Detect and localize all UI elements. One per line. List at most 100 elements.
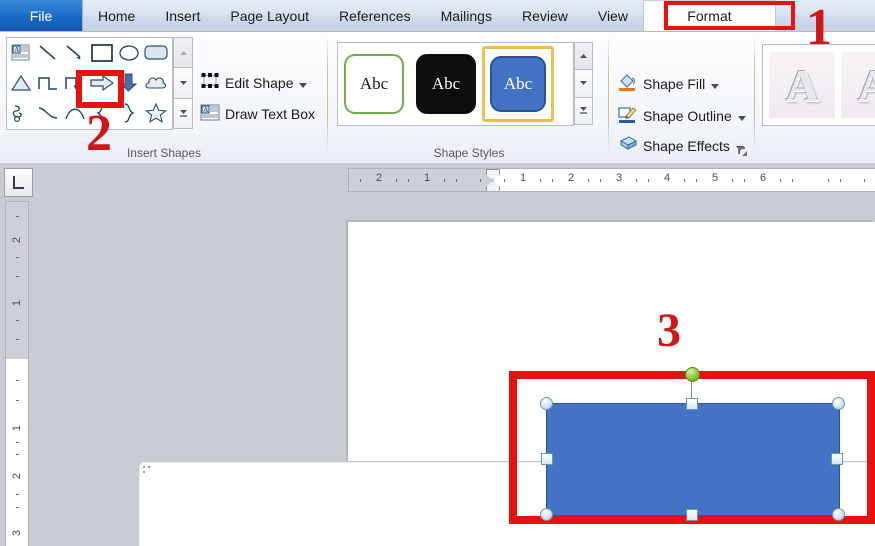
tab-format-label: Format — [687, 8, 732, 24]
line-arrow-shape-icon[interactable] — [61, 38, 88, 67]
shapes-scroll-down-button[interactable] — [173, 67, 193, 99]
vertical-ruler[interactable]: 2 1 1 2 3 — [5, 201, 29, 546]
tab-insert-label: Insert — [165, 7, 201, 24]
shapes-gallery-scrollbar[interactable] — [173, 37, 193, 129]
styles-scroll-up-button[interactable] — [574, 42, 593, 71]
resize-handle-middle-right[interactable] — [831, 453, 843, 465]
draw-text-box-icon: A — [200, 104, 220, 124]
oval-shape-icon[interactable] — [115, 38, 142, 67]
group-separator-3 — [754, 36, 755, 152]
scribble-shape-icon[interactable] — [7, 98, 34, 127]
tab-view-label: View — [597, 7, 628, 24]
insert-shapes-group-label: Insert Shapes — [126, 146, 202, 160]
shape-fill-button[interactable]: Shape Fill — [618, 73, 720, 95]
shape-style-thumb-white-green: Abc — [344, 54, 404, 114]
edit-shape-label: Edit Shape — [225, 74, 294, 91]
annotation-marker-2: 2 — [86, 105, 112, 162]
document-workspace: 2 1 1 2 3 4 5 6 2 1 1 2 3 3 — [0, 163, 875, 546]
shape-style-thumb-text-1: Abc — [359, 74, 389, 93]
shape-style-thumb-black: Abc — [416, 54, 476, 114]
elbow-connector-shape-icon[interactable] — [34, 68, 61, 97]
horizontal-ruler[interactable]: 2 1 1 2 3 4 5 6 — [348, 168, 875, 192]
tab-review-label: Review — [521, 7, 568, 24]
format-shape-dialog-launcher[interactable] — [736, 145, 749, 158]
rectangle-shape-highlight — [76, 70, 124, 108]
wordart-thumb-text-2: A — [857, 59, 875, 111]
rectangle-shape-icon[interactable] — [88, 38, 115, 67]
draw-text-box-label: Draw Text Box — [225, 106, 315, 122]
tab-page-layout[interactable]: Page Layout — [215, 0, 324, 31]
tab-stop-left-icon — [13, 176, 24, 189]
chevron-down-icon[interactable] — [298, 75, 307, 91]
text-box-shape-icon[interactable]: A — [7, 38, 34, 67]
shape-style-thumb-blue: Abc — [490, 56, 546, 112]
shape-styles-group-label: Shape Styles — [433, 146, 505, 160]
tab-stop-selector[interactable] — [4, 168, 33, 197]
shapes-scroll-up-button[interactable] — [173, 37, 193, 69]
wordart-thumb-text-1: A — [785, 59, 819, 111]
draw-text-box-button[interactable]: A Draw Text Box — [200, 104, 315, 124]
tab-mailings[interactable]: Mailings — [426, 0, 507, 31]
shape-effects-button[interactable]: Shape Effects — [618, 136, 744, 155]
group-shape-styles: Abc Abc Abc Shape Styles — [329, 32, 609, 162]
shape-fill-label: Shape Fill — [643, 76, 706, 92]
group-shape-fill-outline: Shape Fill Shape Outline Shape Effects — [610, 32, 755, 162]
selected-rectangle[interactable] — [546, 403, 840, 516]
edit-shape-icon — [200, 72, 220, 93]
tab-insert[interactable]: Insert — [150, 0, 215, 31]
rotation-handle[interactable] — [685, 367, 700, 382]
svg-text:A: A — [14, 46, 19, 54]
triangle-shape-icon[interactable] — [7, 68, 34, 97]
edit-shape-button[interactable]: Edit Shape — [200, 72, 307, 93]
tab-page-layout-label: Page Layout — [230, 7, 309, 24]
tab-home[interactable]: Home — [83, 0, 150, 31]
shape-styles-gallery[interactable]: Abc Abc Abc — [337, 42, 574, 126]
chevron-down-icon[interactable] — [737, 108, 746, 124]
tab-format[interactable]: Format — [642, 0, 776, 31]
resize-handle-bottom-right[interactable] — [832, 508, 845, 521]
resize-handle-top-left[interactable] — [540, 397, 553, 410]
styles-more-button[interactable] — [574, 96, 593, 125]
shape-effects-label: Shape Effects — [643, 137, 730, 154]
group-separator-1 — [327, 36, 328, 152]
shapes-row-1: A — [7, 38, 172, 67]
svg-text:A: A — [203, 106, 208, 114]
shape-style-item-2[interactable]: Abc — [410, 54, 482, 114]
shape-style-item-1[interactable]: Abc — [338, 54, 410, 114]
wordart-style-item-2[interactable]: A — [841, 52, 875, 118]
star-shape-icon[interactable] — [142, 98, 169, 127]
resize-handle-bottom-center[interactable] — [686, 509, 698, 521]
curve-shape-icon[interactable] — [34, 98, 61, 127]
rounded-rectangle-shape-icon[interactable] — [142, 38, 169, 67]
shape-effects-icon — [618, 136, 638, 155]
resize-handle-bottom-left[interactable] — [540, 508, 553, 521]
shapes-more-button[interactable] — [173, 97, 193, 129]
resize-handle-top-center[interactable] — [686, 398, 698, 410]
shape-outline-button[interactable]: Shape Outline — [618, 105, 746, 127]
tab-file[interactable]: File — [0, 0, 83, 31]
styles-scroll-down-button[interactable] — [574, 69, 593, 98]
tab-references[interactable]: References — [324, 0, 426, 31]
cloud-shape-icon[interactable] — [142, 68, 169, 97]
vruler-ticks — [16, 216, 19, 508]
resize-handle-top-right[interactable] — [832, 397, 845, 410]
pencil-outline-icon — [618, 105, 637, 127]
wordart-style-item-1[interactable]: A — [769, 52, 835, 118]
annotation-marker-1: 1 — [806, 0, 832, 56]
shape-style-item-3[interactable]: Abc — [482, 46, 554, 122]
shape-style-thumb-text-2: Abc — [431, 74, 461, 93]
resize-handle-middle-left[interactable] — [541, 453, 553, 465]
line-shape-icon[interactable] — [34, 38, 61, 67]
tab-file-label: File — [29, 7, 53, 24]
chevron-down-icon[interactable] — [711, 76, 720, 92]
ribbon-content: A Edit Shape A Draw Text Box Insert Shap… — [0, 31, 875, 164]
annotation-marker-3: 3 — [657, 304, 681, 357]
tab-view[interactable]: View — [583, 0, 643, 31]
shape-outline-label: Shape Outline — [643, 108, 732, 124]
wordart-gallery[interactable]: A A — [762, 44, 875, 126]
tab-home-label: Home — [98, 7, 136, 24]
shape-styles-scrollbar[interactable] — [574, 42, 593, 125]
tab-review[interactable]: Review — [507, 0, 583, 31]
tab-mailings-label: Mailings — [440, 7, 492, 24]
group-separator-2 — [608, 36, 609, 152]
